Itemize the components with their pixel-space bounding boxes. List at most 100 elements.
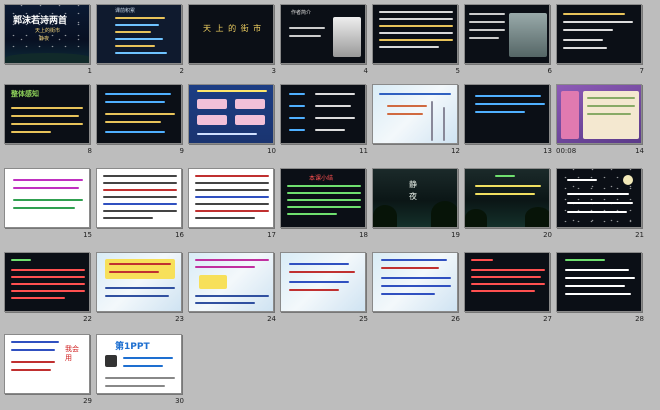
slide-14-thumbnail[interactable] <box>556 84 642 144</box>
slide-24[interactable]: 24 <box>188 252 280 324</box>
text-line <box>195 210 269 212</box>
slide-24-thumbnail[interactable] <box>188 252 274 312</box>
slide-number: 17 <box>267 231 276 239</box>
slide-8[interactable]: 整体感知 8 <box>4 84 96 156</box>
text-line <box>587 113 631 115</box>
slide-3[interactable]: 天 上 的 街 市 3 <box>188 4 280 76</box>
text-line <box>475 103 545 105</box>
slide-19[interactable]: 静 夜 19 <box>372 168 464 240</box>
text-line <box>195 295 269 297</box>
slide-30-thumbnail[interactable]: 第1PPT <box>96 334 182 394</box>
slide-6-thumbnail[interactable] <box>464 4 550 64</box>
tree-silhouette <box>465 209 487 227</box>
slide-23[interactable]: 23 <box>96 252 188 324</box>
slide-number: 10 <box>267 147 276 155</box>
slide-21-thumbnail[interactable] <box>556 168 642 228</box>
slide-10-thumbnail[interactable] <box>188 84 274 144</box>
slide-7[interactable]: 7 <box>556 4 648 76</box>
slide-4-thumbnail[interactable]: 作者简介 <box>280 4 366 64</box>
slide-number: 5 <box>455 67 460 75</box>
text-line <box>105 113 175 115</box>
text-line <box>105 287 175 289</box>
text-line <box>563 13 625 15</box>
slide-15-thumbnail[interactable] <box>4 168 90 228</box>
slide-29-thumbnail[interactable]: 我会用 <box>4 334 90 394</box>
author-portrait <box>333 17 361 57</box>
slide-18-thumbnail[interactable]: 本课小结 <box>280 168 366 228</box>
slide-28[interactable]: 28 <box>556 252 648 324</box>
slide-20-thumbnail[interactable] <box>464 168 550 228</box>
slide-10[interactable]: 10 <box>188 84 280 156</box>
slide-29-title: 我会用 <box>65 345 79 362</box>
slide-14[interactable]: 00:08 14 <box>556 84 648 156</box>
slide-27-thumbnail[interactable] <box>464 252 550 312</box>
slide-25-thumbnail[interactable] <box>280 252 366 312</box>
slide-number: 1 <box>87 67 92 75</box>
slide-12[interactable]: 12 <box>372 84 464 156</box>
slide-12-thumbnail[interactable] <box>372 84 458 144</box>
slide-20[interactable]: 20 <box>464 168 556 240</box>
text-line <box>379 93 451 95</box>
text-line <box>387 105 427 107</box>
slide-5-thumbnail[interactable] <box>372 4 458 64</box>
slide-number: 9 <box>179 147 184 155</box>
slide-17-thumbnail[interactable] <box>188 168 274 228</box>
text-line <box>381 293 435 295</box>
slide-9[interactable]: 9 <box>96 84 188 156</box>
text-line <box>103 175 177 177</box>
text-line <box>289 35 321 37</box>
slide-26-thumbnail[interactable] <box>372 252 458 312</box>
slide-4[interactable]: 作者简介 4 <box>280 4 372 76</box>
slide-1-thumbnail[interactable]: 郭沫若诗两首 天上的街市 静夜 <box>4 4 90 64</box>
text-line <box>475 193 535 195</box>
slide-number: 2 <box>179 67 184 75</box>
slide-26[interactable]: 26 <box>372 252 464 324</box>
slide-30[interactable]: 第1PPT 30 <box>96 334 188 406</box>
text-line <box>11 259 31 261</box>
slide-3-thumbnail[interactable]: 天 上 的 街 市 <box>188 4 274 64</box>
slide-11[interactable]: 11 <box>280 84 372 156</box>
slide-timing: 00:08 <box>556 147 577 155</box>
slide-8-thumbnail[interactable]: 整体感知 <box>4 84 90 144</box>
text-line <box>115 24 159 26</box>
slide-11-thumbnail[interactable] <box>280 84 366 144</box>
slide-2[interactable]: 课前积累 2 <box>96 4 188 76</box>
moon-decoration <box>623 175 633 185</box>
slide-18[interactable]: 本课小结 18 <box>280 168 372 240</box>
text-line <box>565 285 625 287</box>
slide-22[interactable]: 22 <box>4 252 96 324</box>
illustration-image <box>509 13 547 57</box>
slide-7-thumbnail[interactable] <box>556 4 642 64</box>
slide-29[interactable]: 我会用 29 <box>4 334 96 406</box>
slide-6[interactable]: 6 <box>464 4 556 76</box>
text-line <box>105 121 161 123</box>
slide-21[interactable]: 21 <box>556 168 648 240</box>
text-line <box>379 11 453 13</box>
slide-15[interactable]: 15 <box>4 168 96 240</box>
slide-25[interactable]: 25 <box>280 252 372 324</box>
slide-17[interactable]: 17 <box>188 168 280 240</box>
text-line <box>105 385 165 387</box>
slide-13[interactable]: 13 <box>464 84 556 156</box>
slide-23-thumbnail[interactable] <box>96 252 182 312</box>
slide-2-thumbnail[interactable]: 课前积累 <box>96 4 182 64</box>
slide-3-title: 天 上 的 街 市 <box>203 24 263 33</box>
text-line <box>469 29 505 31</box>
slide-13-thumbnail[interactable] <box>464 84 550 144</box>
slide-27[interactable]: 27 <box>464 252 556 324</box>
ppt-logo: 第1PPT <box>115 342 150 352</box>
slide-16[interactable]: 16 <box>96 168 188 240</box>
slide-5[interactable]: 5 <box>372 4 464 76</box>
slide-9-thumbnail[interactable] <box>96 84 182 144</box>
text-line <box>379 25 453 27</box>
slide-number: 13 <box>543 147 552 155</box>
slide-number: 29 <box>83 397 92 405</box>
slide-19-thumbnail[interactable]: 静 夜 <box>372 168 458 228</box>
text-line <box>195 203 269 205</box>
slide-1[interactable]: 郭沫若诗两首 天上的街市 静夜 1 <box>4 4 96 76</box>
tree-silhouette <box>373 205 397 227</box>
slide-22-thumbnail[interactable] <box>4 252 90 312</box>
text-line <box>115 38 163 40</box>
slide-28-thumbnail[interactable] <box>556 252 642 312</box>
slide-16-thumbnail[interactable] <box>96 168 182 228</box>
